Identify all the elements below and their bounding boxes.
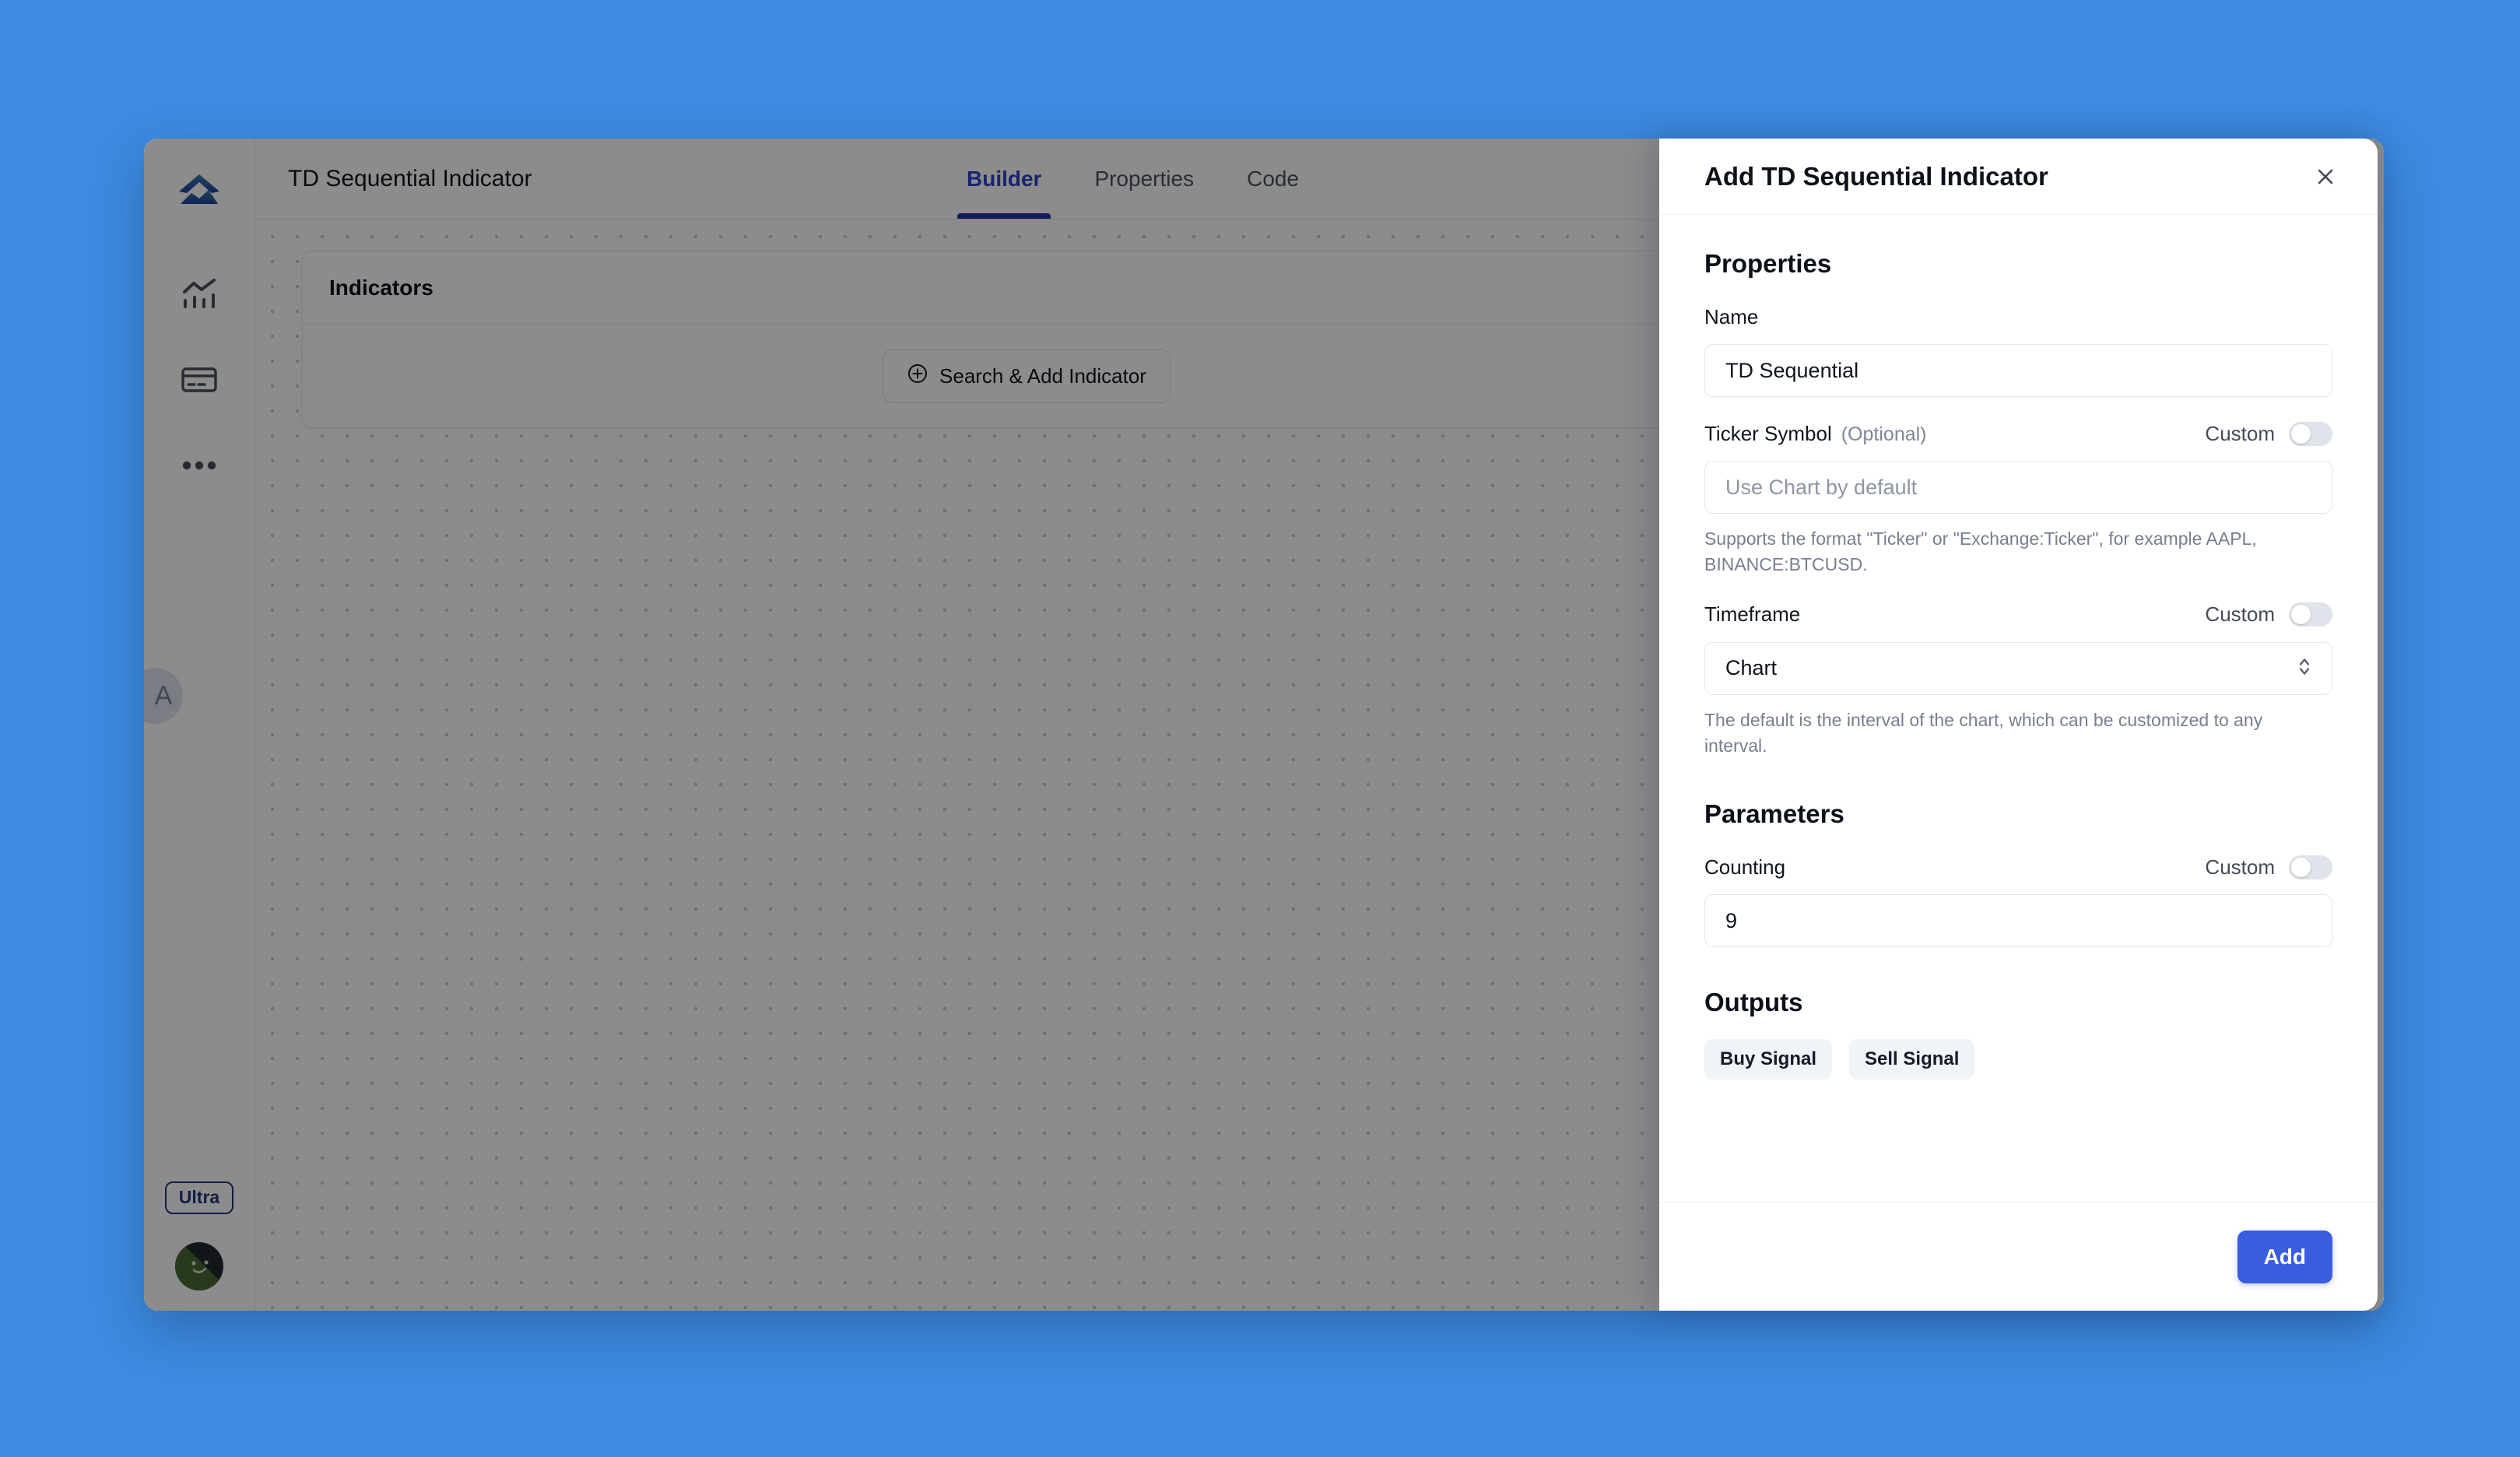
timeframe-helper-text: The default is the interval of the chart… (1704, 709, 2263, 757)
timeframe-select[interactable]: Chart (1704, 641, 2332, 695)
tab-builder[interactable]: Builder (940, 139, 1068, 219)
field-name-label-row: Name (1704, 300, 2332, 333)
timeframe-custom-toggle[interactable] (2289, 602, 2332, 627)
drawer-footer: Add (1659, 1202, 2378, 1311)
ticker-custom-label: Custom (2205, 421, 2275, 445)
tab-bar: Builder Properties Code (940, 139, 1325, 219)
sidebar-item-more[interactable] (171, 437, 227, 493)
add-button[interactable]: Add (2237, 1230, 2332, 1283)
timeframe-custom-group: Custom (2205, 602, 2332, 627)
counting-custom-label: Custom (2205, 855, 2275, 879)
sidebar: A Ultra (144, 139, 255, 1311)
tab-code[interactable]: Code (1220, 139, 1325, 219)
tab-properties[interactable]: Properties (1068, 139, 1220, 219)
indicators-title: Indicators (329, 275, 433, 300)
drawer-body: Properties Name TD Sequential Ticker Sym… (1659, 215, 2378, 1202)
close-icon[interactable] (2308, 159, 2343, 195)
field-name-label: Name (1704, 304, 1759, 328)
outputs-chip-list: Buy Signal Sell Signal (1704, 1039, 2332, 1080)
output-chip-buy-signal[interactable]: Buy Signal (1704, 1039, 1833, 1080)
field-counting: Counting Custom 9 (1704, 851, 2332, 948)
name-input[interactable]: TD Sequential (1704, 344, 2332, 397)
mountain-logo-icon[interactable] (171, 162, 227, 218)
field-timeframe: Timeframe Custom Chart The default is th… (1704, 599, 2332, 760)
counting-custom-toggle[interactable] (2289, 855, 2332, 879)
section-title-outputs: Outputs (1704, 988, 1803, 1017)
section-title-parameters: Parameters (1704, 799, 1844, 829)
timeframe-custom-label: Custom (2205, 602, 2275, 627)
sidebar-item-billing[interactable] (171, 352, 227, 408)
indicators-card: Indicators + Search & Add Indicator (302, 251, 1751, 428)
field-ticker-symbol: Ticker Symbol (Optional) Custom Use Char… (1704, 417, 2332, 578)
plus-circle-icon (907, 363, 928, 390)
counting-input[interactable]: 9 (1704, 894, 2332, 948)
drawer-title: Add TD Sequential Indicator (1704, 161, 2048, 191)
field-ticker-label-row: Ticker Symbol (Optional) Custom (1704, 417, 2332, 450)
ticker-helper-text: Supports the format "Ticker" or "Exchang… (1704, 528, 2257, 575)
field-counting-label-row: Counting Custom (1704, 851, 2332, 883)
counting-custom-group: Custom (2205, 855, 2332, 879)
add-indicator-drawer: Add TD Sequential Indicator Properties N… (1659, 139, 2378, 1311)
ticker-custom-group: Custom (2205, 421, 2332, 446)
field-ticker-optional-text: (Optional) (1841, 423, 1927, 445)
field-timeframe-label: Timeframe (1704, 602, 1801, 627)
field-ticker-label: Ticker Symbol (Optional) (1704, 422, 1927, 446)
ticker-custom-toggle[interactable] (2289, 421, 2332, 446)
search-add-indicator-label: Search & Add Indicator (939, 363, 1146, 388)
indicators-card-body: Search & Add Indicator (303, 325, 1750, 427)
drawer-header: Add TD Sequential Indicator (1659, 139, 2378, 215)
output-chip-sell-signal[interactable]: Sell Signal (1849, 1039, 1975, 1080)
sidebar-item-charts[interactable] (171, 266, 227, 322)
user-avatar[interactable] (175, 1242, 223, 1290)
section-title-properties: Properties (1704, 249, 1832, 278)
workspace-initial: A (154, 680, 173, 711)
workspace-avatar[interactable]: A (144, 668, 183, 724)
indicators-card-header: Indicators + (303, 251, 1750, 325)
plan-badge-ultra[interactable]: Ultra (164, 1181, 234, 1214)
field-name: Name TD Sequential (1704, 300, 2332, 397)
field-timeframe-label-row: Timeframe Custom (1704, 599, 2332, 631)
timeframe-select-wrap: Chart (1704, 641, 2332, 695)
search-add-indicator-button[interactable]: Search & Add Indicator (883, 349, 1171, 403)
page-title: TD Sequential Indicator (288, 165, 532, 191)
field-ticker-label-text: Ticker Symbol (1704, 421, 1832, 445)
ticker-input[interactable]: Use Chart by default (1704, 461, 2332, 514)
field-counting-label: Counting (1704, 855, 1786, 879)
